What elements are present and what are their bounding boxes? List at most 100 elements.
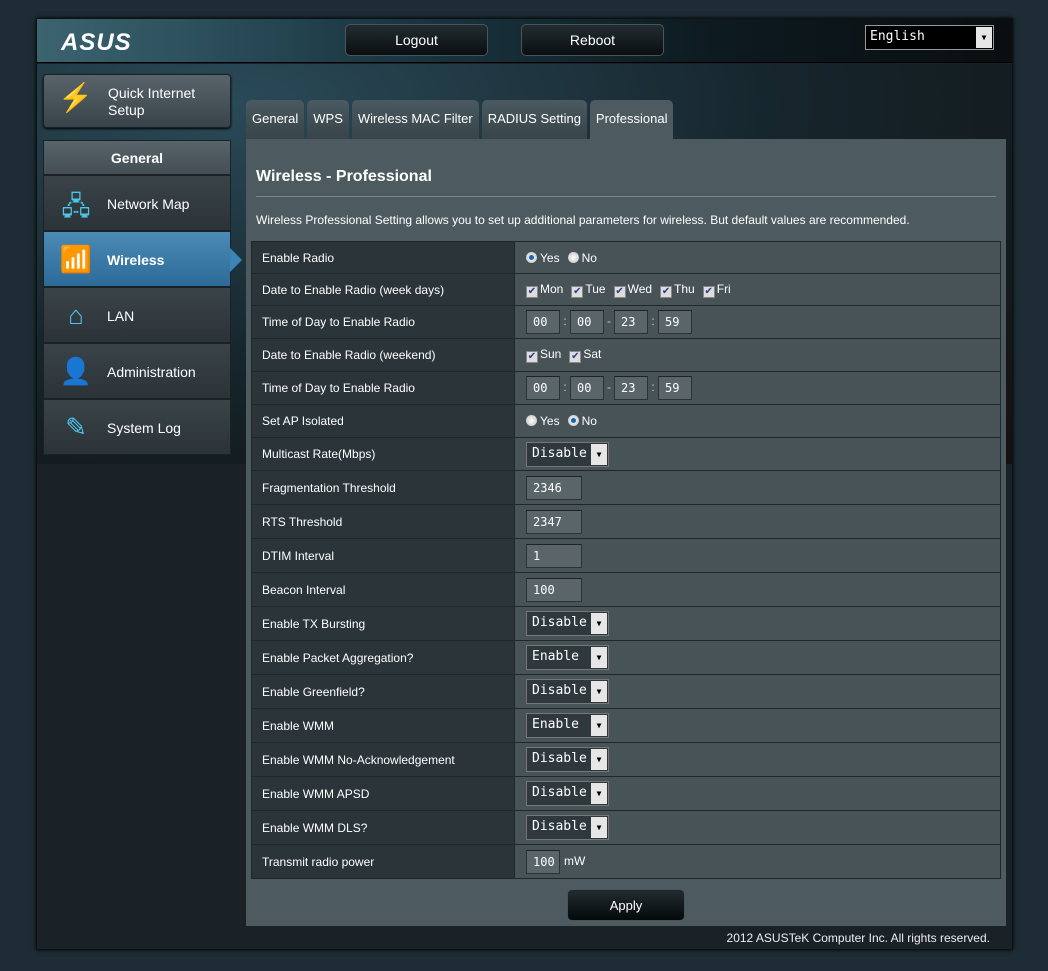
radio-button[interactable] (526, 415, 537, 426)
radio-yes[interactable]: Yes (526, 251, 560, 265)
sidebar-item-system-log[interactable]: ✎ System Log (43, 399, 231, 455)
dropdown-select[interactable]: Disable ▼ (526, 611, 609, 636)
setting-label: Transmit radio power (251, 844, 515, 879)
chevron-down-icon: ▼ (591, 613, 607, 634)
radio-label: Yes (540, 414, 560, 428)
radio-label: No (581, 250, 597, 265)
apply-button[interactable]: Apply (567, 889, 685, 921)
checkbox-checked-icon[interactable]: ✔ (613, 285, 626, 298)
table-row: Set AP Isolated Yes No (251, 404, 1001, 438)
radio-label: No (581, 414, 597, 428)
log-edit-icon: ✎ (65, 412, 87, 442)
tab-wps[interactable]: WPS (307, 100, 349, 139)
chevron-down-icon: ▼ (591, 715, 607, 736)
checkbox-mon[interactable]: ✔ Mon (526, 282, 563, 298)
settings-table: Enable Radio Yes No Date to Enable Radio (w… (251, 241, 1001, 879)
dropdown-select[interactable]: Enable ▼ (526, 713, 609, 738)
time-input[interactable]: 59 (658, 376, 692, 400)
tab-general[interactable]: General (246, 100, 305, 139)
language-select[interactable]: English ▼ (865, 25, 994, 50)
radio-button[interactable] (526, 251, 537, 263)
tab-wireless-mac-filter[interactable]: Wireless MAC Filter (351, 100, 479, 139)
radio-button[interactable] (567, 251, 579, 263)
chevron-down-icon: ▼ (591, 443, 607, 465)
chevron-down-icon: ▼ (591, 749, 607, 770)
radio-button[interactable] (567, 415, 579, 426)
checkbox-checked-icon[interactable]: ✔ (571, 285, 584, 298)
quick-setup-label: Quick Internet Setup (108, 85, 196, 118)
checkbox-label: Thu (674, 281, 695, 296)
radio-label: Yes (540, 250, 560, 265)
checkbox-checked-icon[interactable]: ✔ (569, 351, 582, 363)
text-input[interactable]: 2346 (526, 475, 582, 500)
table-row: Transmit radio power 100 mW (251, 844, 1001, 879)
chevron-down-icon: ▼ (591, 783, 607, 804)
setting-value: Yes No (514, 404, 1001, 438)
setting-value: 100 mW (514, 844, 1001, 879)
top-bar: ASUS Logout Reboot English ▼ (37, 19, 1012, 63)
text-input[interactable]: 2347 (526, 509, 582, 534)
dropdown-select[interactable]: Disable ▼ (526, 441, 609, 467)
table-row: Enable TX Bursting Disable ▼ (251, 606, 1001, 641)
checkbox-checked-icon[interactable]: ✔ (526, 351, 538, 363)
text-input[interactable]: 100 (526, 849, 560, 874)
table-row: DTIM Interval 1 (251, 538, 1001, 573)
radio-yes[interactable]: Yes (526, 414, 560, 428)
tab-radius-setting[interactable]: RADIUS Setting (481, 100, 587, 139)
time-input[interactable]: 23 (614, 376, 648, 400)
radio-no[interactable]: No (567, 250, 597, 265)
dropdown-select[interactable]: Enable ▼ (526, 645, 609, 670)
checkbox-fri[interactable]: ✔ Fri (702, 282, 731, 298)
sidebar-item-network-map[interactable]: 🖧 Network Map (43, 175, 231, 231)
language-value: English (870, 29, 925, 44)
checkbox-tue[interactable]: ✔ Tue (571, 282, 606, 298)
sidebar-item-lan[interactable]: ⌂ LAN (43, 287, 231, 343)
radio-no[interactable]: No (567, 414, 597, 428)
sidebar-item-wireless[interactable]: 📶 Wireless (43, 231, 242, 287)
user-icon: 👤 (59, 356, 93, 386)
text-input[interactable]: 100 (526, 577, 582, 602)
time-input[interactable]: 00 (570, 310, 604, 334)
text-input[interactable]: 1 (526, 543, 582, 568)
checkbox-checked-icon[interactable]: ✔ (660, 285, 673, 298)
dropdown-value: Disable (532, 445, 587, 461)
setting-value: Disable ▼ (514, 606, 1001, 641)
setting-label: Enable Packet Aggregation? (251, 640, 515, 675)
time-input[interactable]: 59 (658, 310, 692, 334)
dropdown-select[interactable]: Disable ▼ (526, 815, 609, 840)
logout-button[interactable]: Logout (345, 24, 488, 56)
dropdown-select[interactable]: Disable ▼ (526, 747, 609, 772)
time-input[interactable]: 00 (526, 310, 560, 334)
time-input[interactable]: 00 (570, 376, 604, 400)
magic-wand-icon: ⚡ (58, 82, 93, 113)
checkbox-sat[interactable]: ✔ Sat (569, 347, 601, 363)
checkbox-wed[interactable]: ✔ Wed (613, 282, 652, 298)
asus-logo: ASUS (61, 29, 132, 56)
table-row: Beacon Interval 100 (251, 572, 1001, 607)
checkbox-checked-icon[interactable]: ✔ (702, 285, 715, 298)
checkbox-sun[interactable]: ✔ Sun (526, 347, 561, 363)
time-input[interactable]: 00 (526, 376, 560, 400)
checkbox-checked-icon[interactable]: ✔ (526, 285, 538, 298)
setting-label: Enable TX Bursting (251, 606, 515, 641)
chevron-down-icon: ▼ (591, 647, 607, 668)
setting-value: Disable ▼ (514, 437, 1001, 471)
table-row: Fragmentation Threshold 2346 (251, 470, 1001, 505)
table-row: Time of Day to Enable Radio 00:00-23:59 (251, 371, 1001, 405)
table-row: Enable Packet Aggregation? Enable ▼ (251, 640, 1001, 675)
dropdown-select[interactable]: Disable ▼ (526, 679, 609, 704)
time-input[interactable]: 23 (614, 310, 648, 334)
quick-internet-setup-button[interactable]: ⚡ Quick Internet Setup (43, 74, 231, 128)
setting-value: Disable ▼ (514, 810, 1001, 845)
table-row: Enable Greenfield? Disable ▼ (251, 674, 1001, 709)
setting-value: Disable ▼ (514, 776, 1001, 811)
checkbox-thu[interactable]: ✔ Thu (660, 281, 695, 298)
table-row: Enable WMM DLS? Disable ▼ (251, 810, 1001, 845)
dropdown-select[interactable]: Disable ▼ (526, 781, 609, 806)
reboot-button[interactable]: Reboot (521, 24, 664, 56)
sidebar-item-administration[interactable]: 👤 Administration (43, 343, 231, 399)
tab-professional[interactable]: Professional (589, 100, 674, 139)
divider (256, 196, 996, 197)
setting-label: Time of Day to Enable Radio (251, 305, 515, 339)
setting-label: Date to Enable Radio (week days) (251, 273, 515, 306)
